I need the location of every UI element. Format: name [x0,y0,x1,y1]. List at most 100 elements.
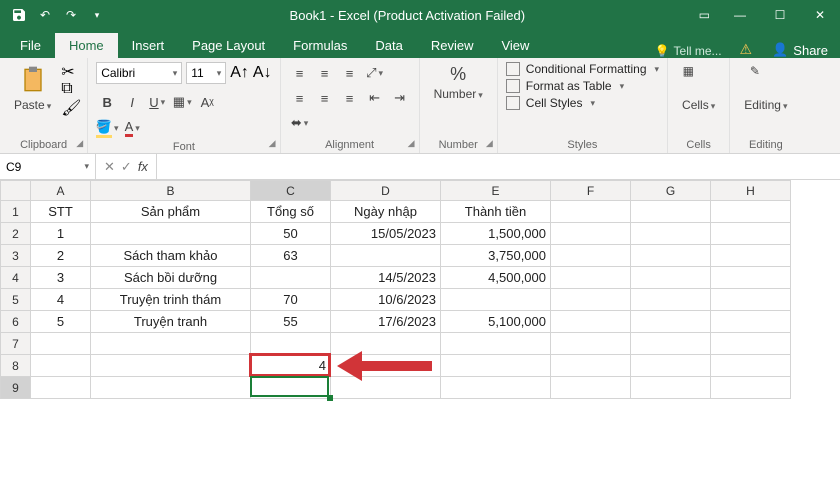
cell-G6[interactable] [631,311,711,333]
cell-C2[interactable]: 50 [251,223,331,245]
tab-data[interactable]: Data [361,33,416,58]
cell-B4[interactable]: Sách bồi dưỡng [91,267,251,289]
align-right-icon[interactable]: ≡ [339,87,361,109]
cell-H9[interactable] [711,377,791,399]
undo-icon[interactable]: ↶ [36,6,54,24]
italic-button[interactable]: I [121,91,143,113]
cell-D4[interactable]: 14/5/2023 [331,267,441,289]
decrease-font-icon[interactable]: A↓ [253,64,272,82]
col-header-B[interactable]: B [91,181,251,201]
cell-E9[interactable] [441,377,551,399]
cell-H5[interactable] [711,289,791,311]
fx-icon[interactable]: fx [138,159,148,174]
cell-F3[interactable] [551,245,631,267]
col-header-G[interactable]: G [631,181,711,201]
row-header-9[interactable]: 9 [1,377,31,399]
number-launcher-icon[interactable]: ◢ [486,138,493,149]
col-header-F[interactable]: F [551,181,631,201]
cell-C5[interactable]: 70 [251,289,331,311]
align-left-icon[interactable]: ≡ [289,87,311,109]
tell-me[interactable]: 💡Tell me... [645,44,732,58]
cell-D9[interactable] [331,377,441,399]
alignment-launcher-icon[interactable]: ◢ [408,138,415,149]
cell-A1[interactable]: STT [31,201,91,223]
cell-B8[interactable] [91,355,251,377]
col-header-D[interactable]: D [331,181,441,201]
indent-decrease-icon[interactable]: ⇤ [364,87,386,109]
col-header-C[interactable]: C [251,181,331,201]
cell-A6[interactable]: 5 [31,311,91,333]
cell-B9[interactable] [91,377,251,399]
tab-review[interactable]: Review [417,33,488,58]
cell-C6[interactable]: 55 [251,311,331,333]
cancel-icon[interactable]: ✕ [104,159,115,175]
font-color-button[interactable]: A [121,117,143,139]
cell-G4[interactable] [631,267,711,289]
align-center-icon[interactable]: ≡ [314,87,336,109]
minimize-button[interactable]: — [720,0,760,30]
save-icon[interactable] [10,6,28,24]
cell-D3[interactable] [331,245,441,267]
cell-D7[interactable] [331,333,441,355]
cell-F7[interactable] [551,333,631,355]
align-middle-icon[interactable]: ≡ [314,62,336,84]
cell-D6[interactable]: 17/6/2023 [331,311,441,333]
format-as-table-button[interactable]: Format as Table [506,79,659,93]
cell-B1[interactable]: Sản phẩm [91,201,251,223]
cell-H2[interactable] [711,223,791,245]
cell-B5[interactable]: Truyện trinh thám [91,289,251,311]
row-header-3[interactable]: 3 [1,245,31,267]
cell-F9[interactable] [551,377,631,399]
row-header-1[interactable]: 1 [1,201,31,223]
cell-C4[interactable] [251,267,331,289]
close-button[interactable]: ✕ [800,0,840,30]
font-size-combo[interactable]: 11▾ [186,62,226,84]
cell-F4[interactable] [551,267,631,289]
clipboard-launcher-icon[interactable]: ◢ [76,138,83,149]
tab-home[interactable]: Home [55,33,118,58]
cell-A5[interactable]: 4 [31,289,91,311]
cell-B3[interactable]: Sách tham khảo [91,245,251,267]
tab-formulas[interactable]: Formulas [279,33,361,58]
fill-handle[interactable] [327,395,333,401]
cell-A2[interactable]: 1 [31,223,91,245]
cell-E2[interactable]: 1,500,000 [441,223,551,245]
cell-A3[interactable]: 2 [31,245,91,267]
indent-increase-icon[interactable]: ⇥ [389,87,411,109]
name-box[interactable]: C9▾ [0,154,96,179]
cell-F8[interactable] [551,355,631,377]
cell-E4[interactable]: 4,500,000 [441,267,551,289]
cell-G2[interactable] [631,223,711,245]
cell-H4[interactable] [711,267,791,289]
cell-E7[interactable] [441,333,551,355]
number-format-button[interactable]: % Number [428,62,489,103]
cell-styles-button[interactable]: Cell Styles [506,96,659,110]
cell-E1[interactable]: Thành tiền [441,201,551,223]
cell-H3[interactable] [711,245,791,267]
cell-H6[interactable] [711,311,791,333]
cell-C3[interactable]: 63 [251,245,331,267]
cell-E5[interactable] [441,289,551,311]
increase-font-icon[interactable]: A↑ [230,64,249,82]
cell-D2[interactable]: 15/05/2023 [331,223,441,245]
cell-A4[interactable]: 3 [31,267,91,289]
row-header-5[interactable]: 5 [1,289,31,311]
font-launcher-icon[interactable]: ◢ [269,138,276,149]
cell-C7[interactable] [251,333,331,355]
cell-H8[interactable] [711,355,791,377]
redo-icon[interactable]: ↷ [62,6,80,24]
maximize-button[interactable]: ☐ [760,0,800,30]
tab-file[interactable]: File [6,33,55,58]
cell-E3[interactable]: 3,750,000 [441,245,551,267]
col-header-A[interactable]: A [31,181,91,201]
bold-button[interactable]: B [96,91,118,113]
cell-B6[interactable]: Truyện tranh [91,311,251,333]
row-header-8[interactable]: 8 [1,355,31,377]
fill-color-button[interactable]: 🪣 [96,117,118,139]
cut-icon[interactable]: ✂ [61,62,79,78]
cell-G8[interactable] [631,355,711,377]
cell-D8[interactable] [331,355,441,377]
cell-D1[interactable]: Ngày nhập [331,201,441,223]
cell-F6[interactable] [551,311,631,333]
row-header-6[interactable]: 6 [1,311,31,333]
